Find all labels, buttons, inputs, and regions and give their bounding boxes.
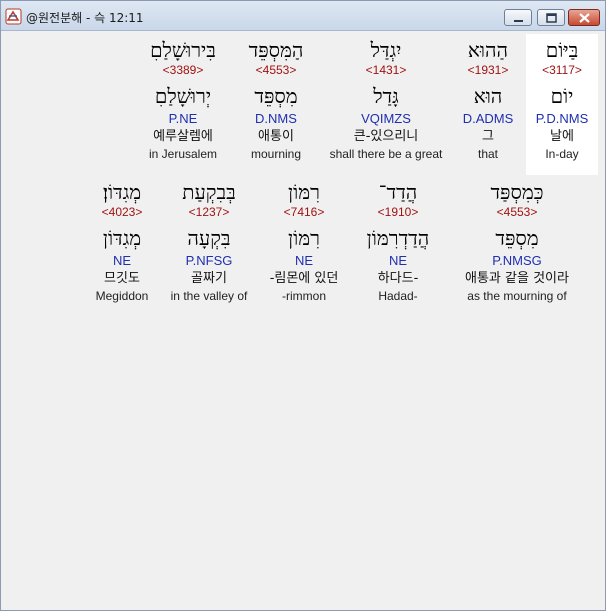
strong-number[interactable]: <1431> [321,62,451,78]
strong-number[interactable]: <7416> [256,204,352,220]
hebrew-word: הַמִּסְפֵּד [248,38,304,62]
close-icon [579,13,590,23]
title-bar[interactable]: @원전분해 - 슥 12:11 [1,1,605,31]
korean-gloss: 날에 [550,129,574,144]
maximize-button[interactable] [537,9,565,26]
app-icon [5,8,22,25]
english-gloss: that [477,147,498,161]
english-gloss: in the valley of [170,289,248,303]
lemma: הֲדַדְרִמּוֹן [366,226,430,250]
hebrew-word: רִמּוֹן [288,180,320,204]
strong-number[interactable]: <1931> [453,62,523,78]
interlinear-panel: בַּיּוֹם <3117> יוֹם P.D.NMS 날에 In-day ה… [8,32,598,604]
english-gloss: In-day [545,147,579,161]
hebrew-word: כְּמִסְפַּד [490,180,544,204]
korean-gloss: 골짜기 [191,271,227,286]
morphology-code: NE [112,253,132,268]
morphology-code: NE [388,253,408,268]
hebrew-word: מְגִדּוֹן׃ [102,180,142,204]
morphology-code: D.NMS [255,111,297,126]
lemma: יוֹם [550,84,574,108]
korean-gloss: 애통이 [258,129,294,144]
hebrew-word: הַהוּא [467,38,509,62]
word-megiddon[interactable]: מְגִדּוֹן׃ <4023> מְגִדּוֹן NE 므깃도 Megid… [86,180,158,305]
word-as-the-mourning-of[interactable]: כְּמִסְפַּד <4553> מִסְפֵּד P.NMSG 애통과 같… [444,180,590,305]
morphology-code: NE [294,253,314,268]
korean-gloss: 하다드- [377,271,419,286]
hebrew-word: בִּירוּשָׁלַםִ [150,38,216,62]
english-gloss: Megiddon [95,289,149,303]
lemma: רִמּוֹן [288,226,320,250]
lemma: מִסְפֵּד [254,84,298,108]
minimize-icon [514,20,523,22]
english-gloss: as the mourning of [467,289,567,303]
window-title: @원전분해 - 슥 12:11 [26,11,144,25]
lemma: יְרוּשָׁלַםִ [154,84,212,108]
strong-number[interactable]: <4553> [444,204,590,220]
word-in-the-valley-of[interactable]: בְּבִקְעַת <1237> בִּקְעָה P.NFSG 골짜기 in… [163,180,255,305]
strong-number[interactable]: <1910> [353,204,443,220]
korean-gloss: 큰-있으리니 [353,129,419,144]
lemma: בִּקְעָה [187,226,231,250]
hebrew-word: בְּבִקְעַת [182,180,236,204]
hebrew-word: בַּיּוֹם [545,38,579,62]
strong-number[interactable]: <4553> [236,62,316,78]
morphology-code: P.NFSG [185,253,233,268]
korean-gloss: -림몬에 있던 [269,271,339,286]
lemma: הוּא [473,84,503,108]
strong-number[interactable]: <3389> [138,62,228,78]
strong-number[interactable]: <3117> [526,62,598,78]
word-that[interactable]: הַהוּא <1931> הוּא D.ADMS 그 that [453,38,523,163]
hebrew-word: הֲדַד־ [378,180,418,204]
morphology-code: P.NMSG [492,253,542,268]
english-gloss: mourning [250,147,302,161]
english-gloss: Hadad- [378,289,418,303]
lemma: מִסְפֵּד [495,226,539,250]
word-in-jerusalem[interactable]: בִּירוּשָׁלַםִ <3389> יְרוּשָׁלַםִ P.NE … [138,38,228,163]
lemma: גָּדַל [373,84,399,108]
korean-gloss: 므깃도 [104,271,140,286]
korean-gloss: 그 [482,129,494,144]
lemma: מְגִדּוֹן [102,226,142,250]
word-hadad[interactable]: הֲדַד־ <1910> הֲדַדְרִמּוֹן NE 하다드- Hada… [353,180,443,305]
close-button[interactable] [568,9,600,26]
strong-number[interactable]: <4023> [86,204,158,220]
word-shall-be-great[interactable]: יִגְדַּל <1431> גָּדַל VQIMZS 큰-있으리니 sha… [321,38,451,163]
morphology-code: P.D.NMS [535,111,589,126]
korean-gloss: 예루살렘에 [153,129,213,144]
korean-gloss: 애통과 같을 것이라 [465,271,569,286]
english-gloss: in Jerusalem [148,147,218,161]
morphology-code: VQIMZS [361,111,411,126]
maximize-icon [546,13,557,23]
english-gloss: shall there be a great [329,147,443,161]
morphology-code: P.NE [168,111,198,126]
app-window: @원전분해 - 슥 12:11 בַּיּוֹם <3117> יוֹם P.D… [0,0,606,611]
word-in-day[interactable]: בַּיּוֹם <3117> יוֹם P.D.NMS 날에 In-day [526,38,598,163]
word-rimmon[interactable]: רִמּוֹן <7416> רִמּוֹן NE -림몬에 있던 -rimmo… [256,180,352,305]
morphology-code: D.ADMS [462,111,514,126]
minimize-button[interactable] [504,9,532,26]
hebrew-word: יִגְדַּל [370,38,402,62]
word-mourning[interactable]: הַמִּסְפֵּד <4553> מִסְפֵּד D.NMS 애통이 mo… [236,38,316,163]
english-gloss: -rimmon [282,289,326,303]
strong-number[interactable]: <1237> [163,204,255,220]
